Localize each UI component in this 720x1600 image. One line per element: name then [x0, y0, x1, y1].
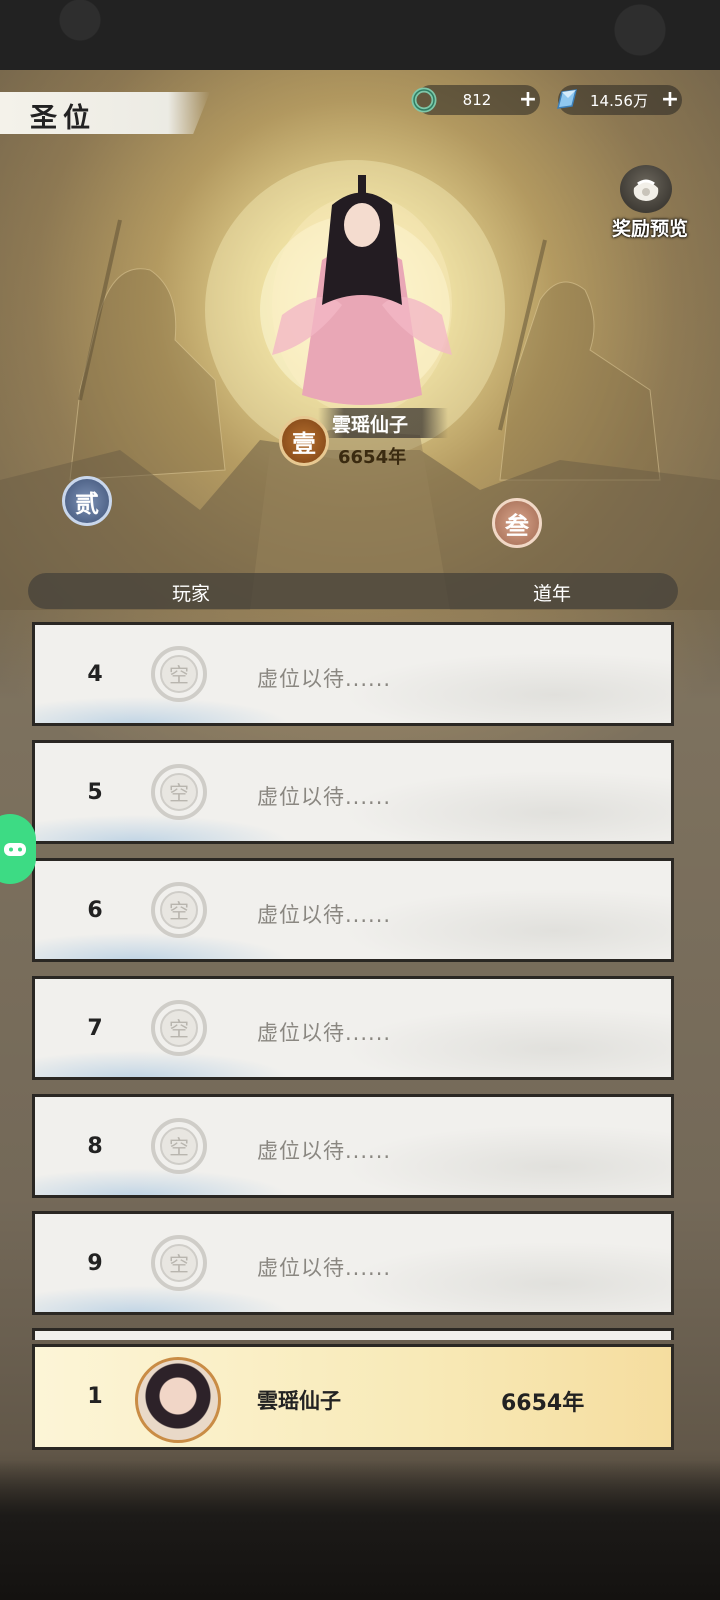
top1-years: 6654年 — [338, 447, 407, 468]
table-row[interactable]: 6 空 虚位以待...... — [32, 858, 674, 962]
gamepad-icon — [4, 843, 26, 856]
vacant-text: 虚位以待...... — [257, 1139, 392, 1163]
empty-seat-icon: 空 — [151, 1000, 207, 1056]
table-row[interactable]: 7 空 虚位以待...... — [32, 976, 674, 1080]
row-rank: 6 — [87, 898, 103, 923]
page-title: 圣位 — [30, 103, 96, 134]
jade-currency: 812 + — [411, 85, 540, 115]
row-rank: 7 — [87, 1016, 103, 1041]
avatar[interactable] — [135, 1357, 221, 1443]
jade-add-button[interactable]: + — [516, 88, 540, 112]
jade-amount: 812 — [462, 91, 492, 109]
leaderboard-screen: 圣位 812 + 14.56万 + 奖励预览 雲瑶仙子 6654年 壹 贰 叁 … — [0, 0, 720, 1600]
empty-seat-glyph: 空 — [169, 781, 189, 805]
crystal-icon — [552, 86, 580, 114]
top1-character-image — [272, 175, 452, 415]
floating-assistant-button[interactable] — [0, 814, 36, 884]
rank-3-seal: 叁 — [492, 498, 542, 548]
column-player: 玩家 — [172, 583, 211, 605]
empty-seat-glyph: 空 — [169, 899, 189, 923]
empty-seat-icon: 空 — [151, 1118, 207, 1174]
row-rank: 5 — [87, 780, 103, 805]
row-rank: 8 — [87, 1134, 103, 1159]
table-row[interactable]: 4 空 虚位以待...... — [32, 622, 674, 726]
vacant-text: 虚位以待...... — [257, 903, 392, 927]
vacant-text: 虚位以待...... — [257, 1256, 392, 1280]
table-row[interactable]: 5 空 虚位以待...... — [32, 740, 674, 844]
table-row[interactable]: 8 空 虚位以待...... — [32, 1094, 674, 1198]
table-row[interactable]: 9 空 虚位以待...... — [32, 1211, 674, 1315]
empty-seat-glyph: 空 — [169, 663, 189, 687]
empty-seat-glyph: 空 — [169, 1135, 189, 1159]
crystal-amount: 14.56万 — [590, 91, 648, 110]
row-rank: 4 — [87, 662, 103, 687]
row-rank: 9 — [87, 1251, 103, 1276]
empty-seat-icon: 空 — [151, 882, 207, 938]
my-years: 6654年 — [501, 1391, 585, 1416]
my-rank-row[interactable]: 1 雲瑶仙子 6654年 — [32, 1344, 674, 1450]
vacant-text: 虚位以待...... — [257, 667, 392, 691]
crystal-currency: 14.56万 + — [557, 85, 682, 115]
table-header: 玩家 道年 — [28, 573, 678, 609]
my-rank: 1 — [87, 1384, 103, 1409]
empty-seat-icon: 空 — [151, 1235, 207, 1291]
vacant-text: 虚位以待...... — [257, 785, 392, 809]
crystal-add-button[interactable]: + — [658, 88, 682, 112]
my-name: 雲瑶仙子 — [257, 1389, 341, 1413]
rank-1-seal: 壹 — [279, 416, 329, 466]
top-decor-strip — [0, 0, 720, 70]
next-row-peek — [32, 1328, 674, 1340]
empty-seat-icon: 空 — [151, 646, 207, 702]
rank-2-seal: 贰 — [62, 476, 112, 526]
jade-icon — [410, 86, 438, 114]
bottom-ink-decor — [0, 1460, 720, 1600]
top1-name[interactable]: 雲瑶仙子 — [332, 410, 408, 437]
empty-seat-glyph: 空 — [169, 1252, 189, 1276]
column-years: 道年 — [533, 583, 572, 605]
empty-seat-icon: 空 — [151, 764, 207, 820]
vacant-text: 虚位以待...... — [257, 1021, 392, 1045]
empty-seat-glyph: 空 — [169, 1017, 189, 1041]
